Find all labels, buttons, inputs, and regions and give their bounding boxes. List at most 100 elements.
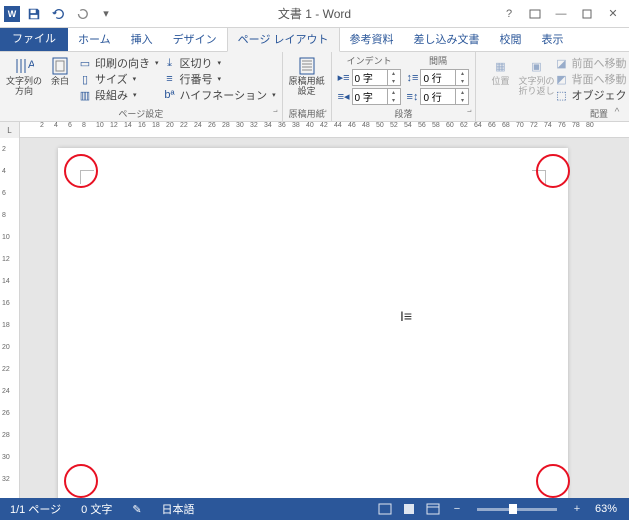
indent-header: インデント xyxy=(338,54,401,67)
ribbon-tab-bar: ファイル ホーム 挿入 デザイン ページ レイアウト 参考資料 差し込み文書 校… xyxy=(0,28,629,52)
zoom-slider[interactable] xyxy=(477,508,557,511)
collapse-ribbon-icon[interactable]: ^ xyxy=(609,105,625,119)
group-manuscript: 原稿用紙 設定 原稿用紙 xyxy=(283,52,332,121)
tab-file[interactable]: ファイル xyxy=(0,25,68,51)
tab-view[interactable]: 表示 xyxy=(532,27,574,51)
tab-home[interactable]: ホーム xyxy=(68,27,121,51)
minimize-icon[interactable]: — xyxy=(549,4,573,24)
workspace: 2468101214161820222426283032 I≡ xyxy=(0,138,629,498)
window-title: 文書 1 - Word xyxy=(278,5,351,22)
zoom-out-button[interactable]: − xyxy=(447,501,467,517)
view-read-mode-icon[interactable] xyxy=(375,501,395,517)
zoom-in-button[interactable]: + xyxy=(567,501,587,517)
document-canvas[interactable]: I≡ xyxy=(20,138,629,498)
line-numbers-button[interactable]: ≡行番号▾ xyxy=(163,71,276,87)
selection-icon: ⬚ xyxy=(554,88,568,102)
spinner-up-icon[interactable]: ▴ xyxy=(456,89,468,97)
spinner-down-icon[interactable]: ▾ xyxy=(388,78,400,86)
spinner-down-icon[interactable]: ▾ xyxy=(388,97,400,105)
tab-design[interactable]: デザイン xyxy=(163,27,227,51)
orientation-button[interactable]: ▭印刷の向き▾ xyxy=(78,55,159,71)
spinner-up-icon[interactable]: ▴ xyxy=(388,89,400,97)
spinner-down-icon[interactable]: ▾ xyxy=(456,97,468,105)
size-button[interactable]: ▯サイズ▾ xyxy=(78,71,159,87)
spacing-after-icon: ≡↕ xyxy=(407,91,419,103)
manuscript-settings-button[interactable]: 原稿用紙 設定 xyxy=(289,54,325,97)
status-bar: 1/1 ページ 0 文字 ✎ 日本語 − + 63% xyxy=(0,498,629,520)
position-icon: ▦ xyxy=(490,56,510,76)
tab-insert[interactable]: 挿入 xyxy=(121,27,163,51)
wrap-icon: ▣ xyxy=(526,56,546,76)
status-proofing-icon[interactable]: ✎ xyxy=(122,503,151,516)
group-page-setup: A 文字列の 方向 余白 ▭印刷の向き▾ ▯サイズ▾ ▥段組み▾ ⤓区切り▾ ≡… xyxy=(0,52,283,121)
indent-left-icon: ▸≡ xyxy=(338,71,350,84)
tab-mailings[interactable]: 差し込み文書 xyxy=(404,27,490,51)
ruler-corner: L xyxy=(0,122,20,138)
orientation-icon: ▭ xyxy=(78,56,92,70)
horizontal-ruler[interactable]: 2468101214161820222426283032343638404244… xyxy=(20,122,629,137)
margins-icon xyxy=(50,56,70,76)
save-icon[interactable] xyxy=(24,4,44,24)
zoom-slider-thumb[interactable] xyxy=(509,504,517,514)
indent-left-spinner[interactable]: ▴▾ xyxy=(352,69,401,86)
spinner-up-icon[interactable]: ▴ xyxy=(456,70,468,78)
tab-references[interactable]: 参考資料 xyxy=(340,27,404,51)
group-label-page-setup: ページ設定 xyxy=(0,107,282,120)
group-label-manuscript: 原稿用紙 xyxy=(283,107,331,120)
linenum-icon: ≡ xyxy=(163,72,177,86)
columns-button[interactable]: ▥段組み▾ xyxy=(78,87,159,103)
forward-icon: ◪ xyxy=(554,56,568,70)
ribbon-display-icon[interactable] xyxy=(523,4,547,24)
hyphenation-button[interactable]: bªハイフネーション▾ xyxy=(163,87,276,103)
vertical-ruler[interactable]: 2468101214161820222426283032 xyxy=(0,138,20,498)
send-backward-button[interactable]: ◩背面へ移動▾ xyxy=(554,71,629,87)
bring-forward-button[interactable]: ◪前面へ移動▾ xyxy=(554,55,629,71)
size-icon: ▯ xyxy=(78,72,92,86)
title-bar: W ▾ 文書 1 - Word ? — ✕ xyxy=(0,0,629,28)
spinner-down-icon[interactable]: ▾ xyxy=(456,78,468,86)
group-label-arrange: 配置 xyxy=(482,107,629,120)
horizontal-ruler-area: L 24681012141618202224262830323436384042… xyxy=(0,122,629,138)
status-page[interactable]: 1/1 ページ xyxy=(0,501,71,517)
spacing-before-spinner[interactable]: ▴▾ xyxy=(420,69,469,86)
view-web-layout-icon[interactable] xyxy=(423,501,443,517)
columns-icon: ▥ xyxy=(78,88,92,102)
redo-icon[interactable] xyxy=(72,4,92,24)
document-page[interactable] xyxy=(58,148,568,498)
breaks-button[interactable]: ⤓区切り▾ xyxy=(163,55,276,71)
ribbon: A 文字列の 方向 余白 ▭印刷の向き▾ ▯サイズ▾ ▥段組み▾ ⤓区切り▾ ≡… xyxy=(0,52,629,122)
text-direction-icon: A xyxy=(14,56,34,76)
group-paragraph: インデント ▸≡▴▾ ≡◂▴▾ 間隔 ↕≡▴▾ ≡↕▴▾ 段落 xyxy=(332,52,477,121)
maximize-icon[interactable] xyxy=(575,4,599,24)
text-cursor-icon: I≡ xyxy=(400,308,412,324)
group-arrange: ▦ 位置 ▣ 文字列の 折り返し ◪前面へ移動▾ ◩背面へ移動▾ ⬚オブジェクト… xyxy=(476,52,629,121)
window-controls: ? — ✕ xyxy=(497,4,629,24)
spacing-header: 間隔 xyxy=(407,54,470,67)
close-icon[interactable]: ✕ xyxy=(601,4,625,24)
status-language[interactable]: 日本語 xyxy=(152,501,205,517)
indent-right-icon: ≡◂ xyxy=(338,90,350,103)
status-word-count[interactable]: 0 文字 xyxy=(71,501,122,517)
margin-mark-tr xyxy=(532,170,546,184)
tab-page-layout[interactable]: ページ レイアウト xyxy=(227,26,340,52)
undo-icon[interactable] xyxy=(48,4,68,24)
help-icon[interactable]: ? xyxy=(497,4,521,24)
spinner-up-icon[interactable]: ▴ xyxy=(388,70,400,78)
svg-text:A: A xyxy=(28,59,34,71)
indent-right-spinner[interactable]: ▴▾ xyxy=(352,88,401,105)
hyphen-icon: bª xyxy=(163,88,177,102)
view-print-layout-icon[interactable] xyxy=(399,501,419,517)
margin-mark-tl xyxy=(80,170,94,184)
word-app-icon[interactable]: W xyxy=(4,6,20,22)
tab-review[interactable]: 校閲 xyxy=(490,27,532,51)
manuscript-icon xyxy=(297,56,317,76)
quick-access-toolbar: W ▾ xyxy=(0,4,116,24)
spacing-after-spinner[interactable]: ▴▾ xyxy=(420,88,469,105)
qat-customize-icon[interactable]: ▾ xyxy=(96,4,116,24)
spacing-before-icon: ↕≡ xyxy=(407,72,419,84)
selection-pane-button[interactable]: ⬚オブジェクトの選択と表示 xyxy=(554,87,629,103)
backward-icon: ◩ xyxy=(554,72,568,86)
breaks-icon: ⤓ xyxy=(163,56,177,70)
group-label-paragraph: 段落 xyxy=(332,107,476,120)
zoom-level[interactable]: 63% xyxy=(591,503,621,515)
